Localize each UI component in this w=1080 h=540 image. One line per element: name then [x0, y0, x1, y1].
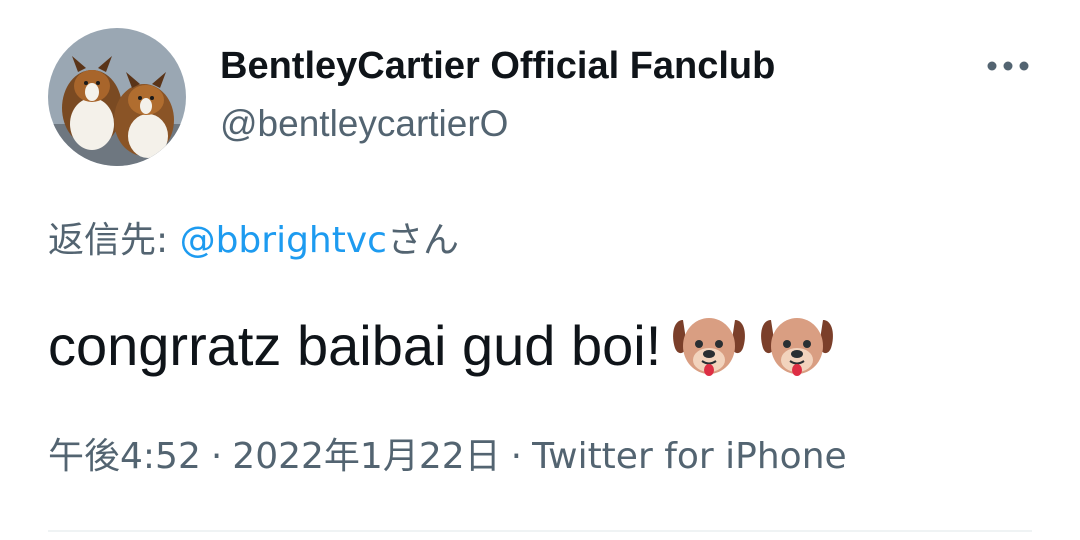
- tweet-text-content: congrratz baibai gud boi!: [48, 314, 662, 377]
- avatar-image: [48, 28, 186, 166]
- dog-face-icon: [757, 306, 837, 386]
- tweet-meta: 午後4:52 · 2022年1月22日 · Twitter for iPhone: [48, 434, 847, 480]
- divider: [48, 530, 1032, 532]
- meta-separator: ·: [210, 436, 223, 477]
- meta-separator: ·: [510, 436, 523, 477]
- tweet-date[interactable]: 2022年1月22日: [232, 436, 500, 477]
- display-name[interactable]: BentleyCartier Official Fanclub: [220, 44, 775, 88]
- user-handle[interactable]: @bentleycartierO: [220, 102, 508, 146]
- more-horizontal-icon: [987, 61, 1029, 71]
- tweet-time[interactable]: 午後4:52: [48, 436, 201, 477]
- reply-prefix: 返信先:: [48, 220, 180, 261]
- dog-face-icon: [669, 306, 749, 386]
- avatar[interactable]: [48, 28, 186, 166]
- reply-context: 返信先: @bbrightvcさん: [48, 218, 459, 264]
- reply-suffix: さん: [386, 220, 459, 261]
- tweet-text: congrratz baibai gud boi!: [48, 306, 837, 386]
- tweet-source[interactable]: Twitter for iPhone: [532, 436, 847, 477]
- reply-mention-link[interactable]: @bbrightvc: [180, 220, 387, 261]
- more-options-button[interactable]: [980, 44, 1036, 88]
